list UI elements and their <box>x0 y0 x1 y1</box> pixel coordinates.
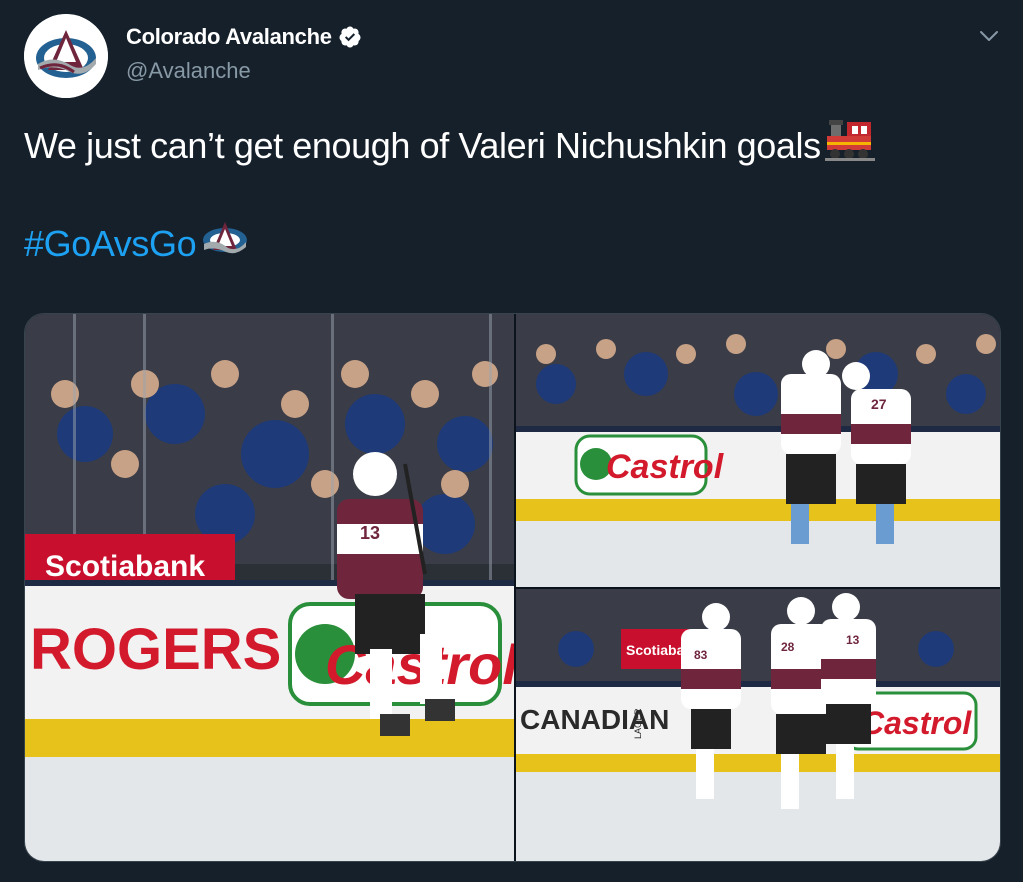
svg-text:ROGERS: ROGERS <box>30 617 281 682</box>
verified-badge-icon <box>339 26 361 48</box>
train-emoji-icon <box>824 118 875 174</box>
hashtag-line: #GoAvsGo <box>24 220 250 268</box>
author-avatar[interactable] <box>24 14 108 98</box>
avalanche-logo-icon <box>200 220 250 268</box>
svg-text:Castrol: Castrol <box>861 705 972 741</box>
hockey-photo: Scotiabank CANADIAN LAGER Castrol 83 28 … <box>516 589 1000 861</box>
author-display-name[interactable]: Colorado Avalanche <box>126 24 332 50</box>
photo-1[interactable]: Scotiabank ROGERS Castrol 13 <box>25 314 514 861</box>
svg-text:83: 83 <box>694 648 708 662</box>
hashtag-link[interactable]: #GoAvsGo <box>24 220 197 268</box>
author-handle[interactable]: @Avalanche <box>126 58 251 84</box>
svg-text:13: 13 <box>360 523 380 543</box>
photo-3[interactable]: Scotiabank CANADIAN LAGER Castrol 83 28 … <box>516 589 1000 861</box>
svg-text:Castrol: Castrol <box>606 448 725 486</box>
photo-2[interactable]: Castrol 27 <box>516 314 1000 587</box>
chevron-down-icon[interactable] <box>977 24 1001 48</box>
tweet-text: We just can’t get enough of Valeri Nichu… <box>24 118 875 174</box>
svg-text:28: 28 <box>781 640 795 654</box>
svg-text:CANADIAN: CANADIAN <box>520 704 669 735</box>
svg-text:Scotiabank: Scotiabank <box>45 550 205 583</box>
svg-text:13: 13 <box>846 633 860 647</box>
media-grid: Scotiabank ROGERS Castrol 13 Castrol 27 … <box>24 313 1001 862</box>
svg-text:LAGER: LAGER <box>633 708 643 739</box>
author-name-row[interactable]: Colorado Avalanche <box>126 24 362 50</box>
hockey-photo: Castrol 27 <box>516 314 1000 587</box>
tweet-text-line: We just can’t get enough of Valeri Nichu… <box>24 125 821 166</box>
svg-text:27: 27 <box>871 396 887 412</box>
hockey-photo: Scotiabank ROGERS Castrol 13 <box>25 314 514 861</box>
tweet: Colorado Avalanche @Avalanche We just ca… <box>0 0 1023 882</box>
avalanche-logo-icon <box>24 14 108 98</box>
